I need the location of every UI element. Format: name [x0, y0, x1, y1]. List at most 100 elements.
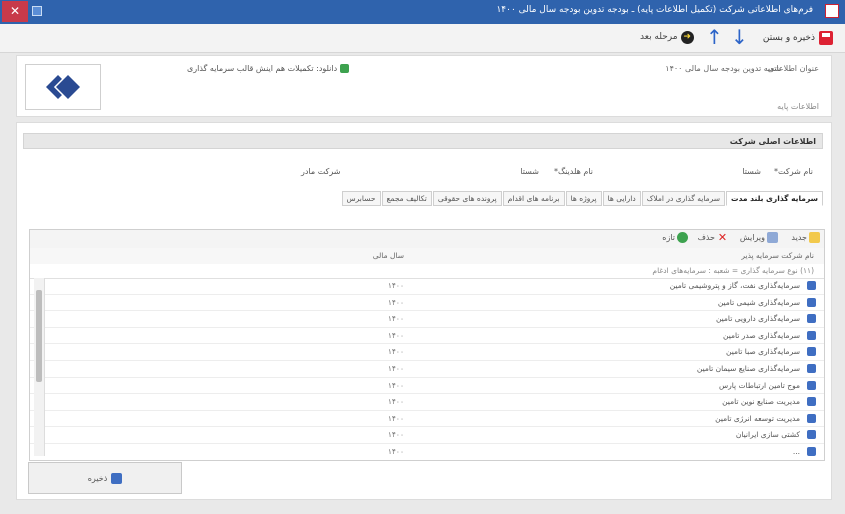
scroll-thumb[interactable]	[36, 290, 42, 382]
edit-label: ویرایش	[739, 233, 765, 242]
row-year: ۱۴۰۰	[387, 330, 404, 340]
save-label: ذخیره	[87, 473, 108, 483]
table-row[interactable]: سرمایه‌گذاری نفت، گاز و پتروشیمی تامین ۱۴…	[30, 278, 824, 295]
row-company: مدیریت توسعه انرژی تامین	[715, 413, 800, 423]
row-icon	[807, 413, 816, 423]
tab-projects[interactable]: پروژه ها	[565, 191, 602, 206]
company-logo	[25, 64, 101, 110]
row-company: سرمایه‌گذاری صدر تامین	[723, 330, 800, 340]
window-title: فرم‌های اطلاعاتی شرکت (تکمیل اطلاعات پای…	[496, 5, 813, 15]
holding-value[interactable]: شستا	[520, 167, 539, 176]
row-icon	[807, 347, 816, 357]
arrow-up-icon[interactable]: ↑	[706, 25, 723, 49]
close-button[interactable]: ✕	[2, 1, 28, 22]
row-icon	[807, 330, 816, 340]
table-row[interactable]: سرمایه‌گذاری صبا تامین ۱۴۰۰	[30, 344, 824, 361]
refresh-button[interactable]: تازه	[662, 232, 688, 243]
edit-button[interactable]: ویرایش	[740, 232, 778, 243]
refresh-label: تازه	[662, 233, 675, 242]
tab-long-term-investment[interactable]: سرمایه گذاری بلند مدت	[726, 191, 823, 206]
vertical-scrollbar[interactable]	[34, 278, 45, 456]
delete-button[interactable]: ✕ حذف	[698, 232, 728, 243]
save-button[interactable]: ذخیره	[28, 462, 182, 494]
table-row[interactable]: سرمایه‌گذاری صنایع سیمان تامین ۱۴۰۰	[30, 361, 824, 378]
table-row[interactable]: سرمایه‌گذاری صدر تامین ۱۴۰۰	[30, 328, 824, 345]
row-company: ...	[792, 446, 800, 456]
tab-strip: سرمایه گذاری بلند مدت سرمایه گذاری در ام…	[341, 191, 823, 206]
next-arrow-icon: ➜	[680, 30, 694, 44]
parent-company-label: شرکت مادر	[301, 167, 341, 176]
row-company: سرمایه‌گذاری شیمی تامین	[717, 297, 800, 307]
column-header-year[interactable]: سال مالی	[373, 251, 404, 260]
row-icon	[807, 297, 816, 307]
row-year: ۱۴۰۰	[387, 446, 404, 456]
row-icon	[807, 446, 816, 456]
table-row[interactable]: سرمایه‌گذاری شیمی تامین ۱۴۰۰	[30, 295, 824, 312]
section-title: اطلاعات اصلی شرکت	[729, 137, 816, 146]
table-row[interactable]: کشتی سازی ایرانیان ۱۴۰۰	[30, 427, 824, 444]
row-icon	[807, 314, 816, 324]
main-panel: اطلاعات اصلی شرکت نام شرکت* شستا نام هلد…	[16, 122, 832, 500]
row-company: سرمایه‌گذاری دارویی تامین	[715, 314, 800, 324]
save-and-close-label: ذخیره و بستن	[762, 33, 815, 43]
table-row[interactable]: مدیریت صنایع نوین تامین ۱۴۰۰	[30, 394, 824, 411]
row-icon	[807, 363, 816, 373]
app-icon	[825, 4, 839, 18]
grid-rows: سرمایه‌گذاری نفت، گاز و پتروشیمی تامین ۱۴…	[30, 278, 824, 460]
row-icon	[807, 430, 816, 440]
title-value: شعبه تدوین بودجه سال مالی ۱۴۰۰	[665, 64, 781, 73]
row-year: ۱۴۰۰	[387, 397, 404, 407]
row-company: سرمایه‌گذاری صنایع سیمان تامین	[696, 363, 800, 373]
edit-icon	[767, 232, 778, 243]
company-name-value[interactable]: شستا	[742, 167, 761, 176]
description-label: اطلاعات پایه	[777, 102, 819, 111]
save-and-close-button[interactable]: ذخیره و بستن	[759, 29, 837, 47]
row-icon	[807, 397, 816, 407]
row-year: ۱۴۰۰	[387, 347, 404, 357]
next-step-label: مرحله بعد	[640, 32, 678, 42]
tab-action-plans[interactable]: برنامه های اقدام	[502, 191, 565, 206]
tab-real-estate-investment[interactable]: سرمایه گذاری در املاک	[641, 191, 726, 206]
title-label: عنوان اطلاعاتی	[767, 64, 819, 73]
group-row[interactable]: (۱۱) نوع سرمایه گذاری = شعبه : سرمایه‌ها…	[30, 264, 824, 279]
row-year: ۱۴۰۰	[387, 380, 404, 390]
arrow-down-icon[interactable]: ↓	[731, 25, 748, 49]
row-icon	[807, 380, 816, 390]
row-year: ۱۴۰۰	[387, 297, 404, 307]
new-label: جدید	[791, 233, 807, 242]
tab-assets[interactable]: دارایی ها	[602, 191, 641, 206]
system-menu-icon[interactable]	[32, 6, 42, 16]
logo-icon	[46, 72, 83, 102]
new-icon	[809, 232, 820, 243]
new-button[interactable]: جدید	[791, 232, 820, 243]
row-year: ۱۴۰۰	[387, 363, 404, 373]
row-year: ۱۴۰۰	[387, 413, 404, 423]
row-company: سرمایه‌گذاری نفت، گاز و پتروشیمی تامین	[669, 281, 800, 290]
table-row[interactable]: مدیریت توسعه انرژی تامین ۱۴۰۰	[30, 411, 824, 428]
table-row[interactable]: ... ۱۴۰۰	[30, 444, 824, 460]
tab-assembly-duties[interactable]: تکالیف مجمع	[381, 191, 432, 206]
tab-auditor[interactable]: حسابرس	[341, 191, 381, 206]
row-company: موج تامین ارتباطات پارس	[718, 380, 800, 390]
next-step-button[interactable]: ➜ مرحله بعد	[640, 29, 694, 45]
company-name-label: نام شرکت*	[774, 167, 813, 176]
row-company: سرمایه‌گذاری صبا تامین	[726, 347, 800, 357]
header-panel: دانلود: تکمیلات هم اینش قالب سرمایه گذار…	[16, 55, 832, 117]
save-icon	[819, 31, 833, 45]
delete-label: حذف	[697, 233, 715, 242]
save-icon	[111, 472, 123, 484]
table-row[interactable]: موج تامین ارتباطات پارس ۱۴۰۰	[30, 378, 824, 395]
column-header-company[interactable]: نام شرکت سرمایه پذیر	[741, 251, 814, 260]
grid-toolbar: جدید ویرایش ✕ حذف تازه	[30, 230, 824, 249]
help-link[interactable]: دانلود: تکمیلات هم اینش قالب سرمایه گذار…	[187, 64, 350, 73]
download-icon	[340, 64, 350, 73]
row-company: کشتی سازی ایرانیان	[735, 430, 800, 440]
row-company: مدیریت صنایع نوین تامین	[722, 397, 800, 407]
table-row[interactable]: سرمایه‌گذاری دارویی تامین ۱۴۰۰	[30, 311, 824, 328]
tab-legal-cases[interactable]: پرونده های حقوقی	[432, 191, 502, 206]
group-row-text: (۱۱) نوع سرمایه گذاری = شعبه : سرمایه‌ها…	[652, 266, 814, 275]
grid-header: نام شرکت سرمایه پذیر سال مالی	[30, 248, 824, 265]
holding-label: نام هلدینگ*	[553, 167, 593, 176]
row-year: ۱۴۰۰	[387, 430, 404, 440]
row-icon	[807, 281, 816, 290]
